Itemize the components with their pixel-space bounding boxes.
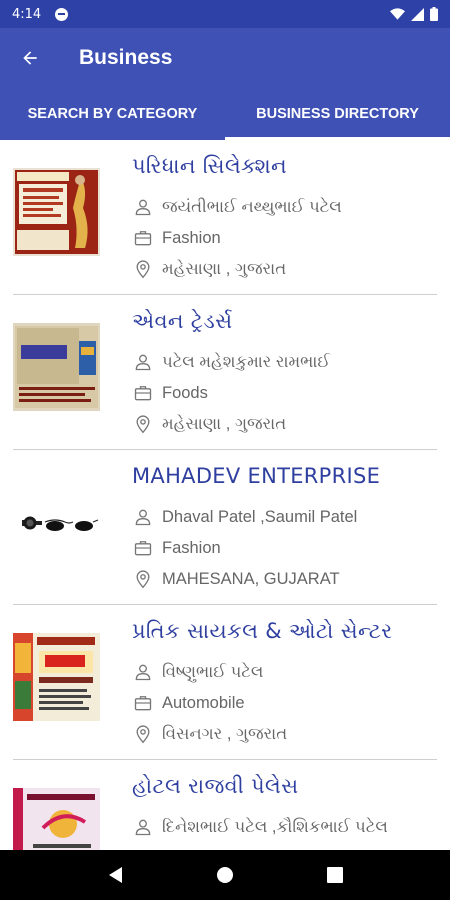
business-thumbnail xyxy=(13,478,100,566)
owner-row: વિષ્ણુભાઈ પટેલ xyxy=(132,660,263,684)
business-location: MAHESANA, GUJARAT xyxy=(162,569,340,588)
business-location: મહેસાણા , ગુજરાત xyxy=(162,414,287,433)
business-thumbnail xyxy=(13,323,100,411)
business-location: મહેસાણા , ગુજરાત xyxy=(162,259,287,278)
location-row: વિસનગર , ગુજરાત xyxy=(132,722,287,746)
business-card[interactable]: હોટલ રાજવી પેલેસ દિનેશભાઈ પટેલ ,કૌશિકભાઈ… xyxy=(13,760,437,850)
location-pin-icon xyxy=(132,568,154,590)
screen: 4:14 Business SEARCH BY CATEGORY BUSINES… xyxy=(0,0,450,900)
owner-name: જયંતીભાઈ નથ્થુભાઈ પટેલ xyxy=(162,197,342,216)
page-title: Business xyxy=(79,46,173,69)
owner-name: Dhaval Patel ,Saumil Patel xyxy=(162,507,358,526)
tab-business-directory[interactable]: BUSINESS DIRECTORY xyxy=(225,88,450,140)
briefcase-icon xyxy=(132,382,154,404)
business-category: Foods xyxy=(162,383,208,402)
owner-row: જયંતીભાઈ નથ્થુભાઈ પટેલ xyxy=(132,195,342,219)
briefcase-icon xyxy=(132,537,154,559)
business-card[interactable]: પ્રતિક સાયકલ & ઓટો સેન્ટર વિષ્ણુભાઈ પટેલ… xyxy=(13,605,437,760)
person-icon xyxy=(132,196,154,218)
owner-name: પટેલ મહેશકુમાર રામભાઈ xyxy=(162,352,331,371)
tab-search-by-category[interactable]: SEARCH BY CATEGORY xyxy=(0,88,225,140)
business-name: એવન ટ્રેડર્સ xyxy=(132,309,233,333)
category-row: Fashion xyxy=(132,536,221,560)
business-location: વિસનગર , ગુજરાત xyxy=(162,724,288,743)
wifi-icon xyxy=(390,8,405,20)
business-category: Fashion xyxy=(162,538,221,557)
business-thumbnail xyxy=(13,788,100,850)
business-category: Fashion xyxy=(162,228,221,247)
location-row: MAHESANA, GUJARAT xyxy=(132,567,340,591)
status-bar: 4:14 xyxy=(0,0,450,28)
owner-row: દિનેશભાઈ પટેલ ,કૌશિકભાઈ પટેલ xyxy=(132,815,388,839)
person-icon xyxy=(132,816,154,838)
business-card[interactable]: પરિધાન સિલેક્શન જયંતીભાઈ નથ્થુભાઈ પટેલ F… xyxy=(13,140,437,295)
location-pin-icon xyxy=(132,258,154,280)
person-icon xyxy=(132,661,154,683)
status-icons xyxy=(390,7,438,21)
business-card[interactable]: એવન ટ્રેડર્સ પટેલ મહેશકુમાર રામભાઈ Foods… xyxy=(13,295,437,450)
briefcase-icon xyxy=(132,227,154,249)
location-row: મહેસાણા , ગુજરાત xyxy=(132,412,286,436)
owner-name: વિષ્ણુભાઈ પટેલ xyxy=(162,662,264,681)
business-name: MAHADEV ENTERPRISE xyxy=(132,464,381,488)
arrow-back-icon xyxy=(23,51,37,65)
owner-name: દિનેશભાઈ પટેલ ,કૌશિકભાઈ પટેલ xyxy=(162,817,388,836)
do-not-disturb-icon xyxy=(55,7,69,21)
tab-bar: SEARCH BY CATEGORY BUSINESS DIRECTORY xyxy=(0,88,450,140)
business-category: Automobile xyxy=(162,693,245,712)
back-nav-icon[interactable] xyxy=(106,865,124,885)
briefcase-icon xyxy=(132,692,154,714)
back-button[interactable] xyxy=(0,28,60,88)
business-name: હોટલ રાજવી પેલેસ xyxy=(132,774,299,798)
business-name: પરિધાન સિલેક્શન xyxy=(132,154,287,178)
business-thumbnail xyxy=(13,633,100,721)
business-name: પ્રતિક સાયકલ & ઓટો સેન્ટર xyxy=(132,619,393,643)
category-row: Foods xyxy=(132,381,208,405)
person-icon xyxy=(132,506,154,528)
location-pin-icon xyxy=(132,723,154,745)
status-time: 4:14 xyxy=(12,6,42,22)
owner-row: Dhaval Patel ,Saumil Patel xyxy=(132,505,357,529)
category-row: Automobile xyxy=(132,691,245,715)
app-bar: Business xyxy=(0,28,450,88)
signal-icon xyxy=(411,7,424,21)
battery-icon xyxy=(430,7,438,21)
system-nav-bar xyxy=(0,850,450,900)
business-list[interactable]: પરિધાન સિલેક્શન જયંતીભાઈ નથ્થુભાઈ પટેલ F… xyxy=(0,140,450,850)
location-row: મહેસાણા , ગુજરાત xyxy=(132,257,286,281)
business-thumbnail xyxy=(13,168,100,256)
category-row: Fashion xyxy=(132,226,221,250)
recents-nav-icon[interactable] xyxy=(326,866,344,884)
home-nav-icon[interactable] xyxy=(215,865,235,885)
business-card[interactable]: MAHADEV ENTERPRISE Dhaval Patel ,Saumil … xyxy=(13,450,437,605)
owner-row: પટેલ મહેશકુમાર રામભાઈ xyxy=(132,350,330,374)
person-icon xyxy=(132,351,154,373)
location-pin-icon xyxy=(132,413,154,435)
